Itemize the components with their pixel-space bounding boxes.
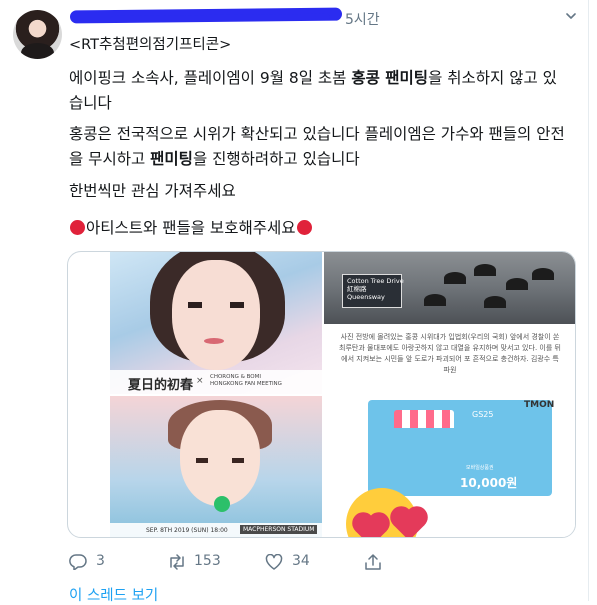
poster-event-info: SEP. 8TH 2019 (SUN) 18:00 MACPHERSON STA… [110, 523, 322, 537]
tweet-card[interactable]: 5시간 <RT추첨편의점기프티콘> 에이핑크 소속사, 플레이엠이 9월 8일 … [0, 0, 589, 604]
red-circle-icon [296, 220, 312, 235]
tweet-handle-line: <RT추첨편의점기프티콘> [69, 37, 232, 53]
poster-banner: 夏日的初春 × CHORONG & BOMI HONGKONG FAN MEET… [110, 370, 322, 394]
tweet-paragraph-3: 한번씩만 관심 가져주세요 [69, 182, 236, 200]
tweet-paragraph-1: 에이핑크 소속사, 플레이엠이 9월 8일 초봄 홍콩 팬미팅을 취소하지 않고… [69, 69, 557, 112]
heart-icon [355, 515, 387, 537]
poster-image-bottom[interactable]: SEP. 8TH 2019 (SUN) 18:00 MACPHERSON STA… [110, 396, 322, 537]
share-icon [365, 554, 381, 570]
news-caption: 사진 전방에 몰려있는 홍콩 시위대가 입법회(우리의 국회) 앞에서 경찰이 … [339, 333, 561, 374]
news-photo[interactable]: Cotton Tree Drive 紅棉路 Queensway 사진 전방에 몰… [324, 252, 575, 394]
like-icon [265, 554, 283, 570]
redacted-display-name [69, 7, 343, 24]
red-circle-icon [70, 220, 85, 235]
avatar[interactable] [13, 10, 62, 59]
media-grid[interactable]: 夏日的初春 × CHORONG & BOMI HONGKONG FAN MEET… [67, 251, 576, 538]
tweet-protect-line: 아티스트와 팬들을 보호해주세요 [69, 216, 569, 241]
show-thread-link[interactable]: 이 스레드 보기 [69, 584, 158, 605]
tweet-timestamp[interactable]: 5시간 [345, 9, 380, 29]
chevron-down-icon[interactable] [566, 11, 576, 21]
street-sign: Cotton Tree Drive 紅棉路 Queensway [342, 274, 404, 308]
reply-icon [69, 554, 87, 570]
retweet-icon [170, 554, 184, 570]
tweet-paragraph-2: 홍콩은 전국적으로 시위가 확산되고 있습니다 플레이엠은 가수와 팬들의 안전… [69, 125, 565, 168]
tweet-actions: 3 153 34 [69, 550, 569, 574]
poster-image-top[interactable]: 夏日的初春 × CHORONG & BOMI HONGKONG FAN MEET… [110, 252, 322, 394]
